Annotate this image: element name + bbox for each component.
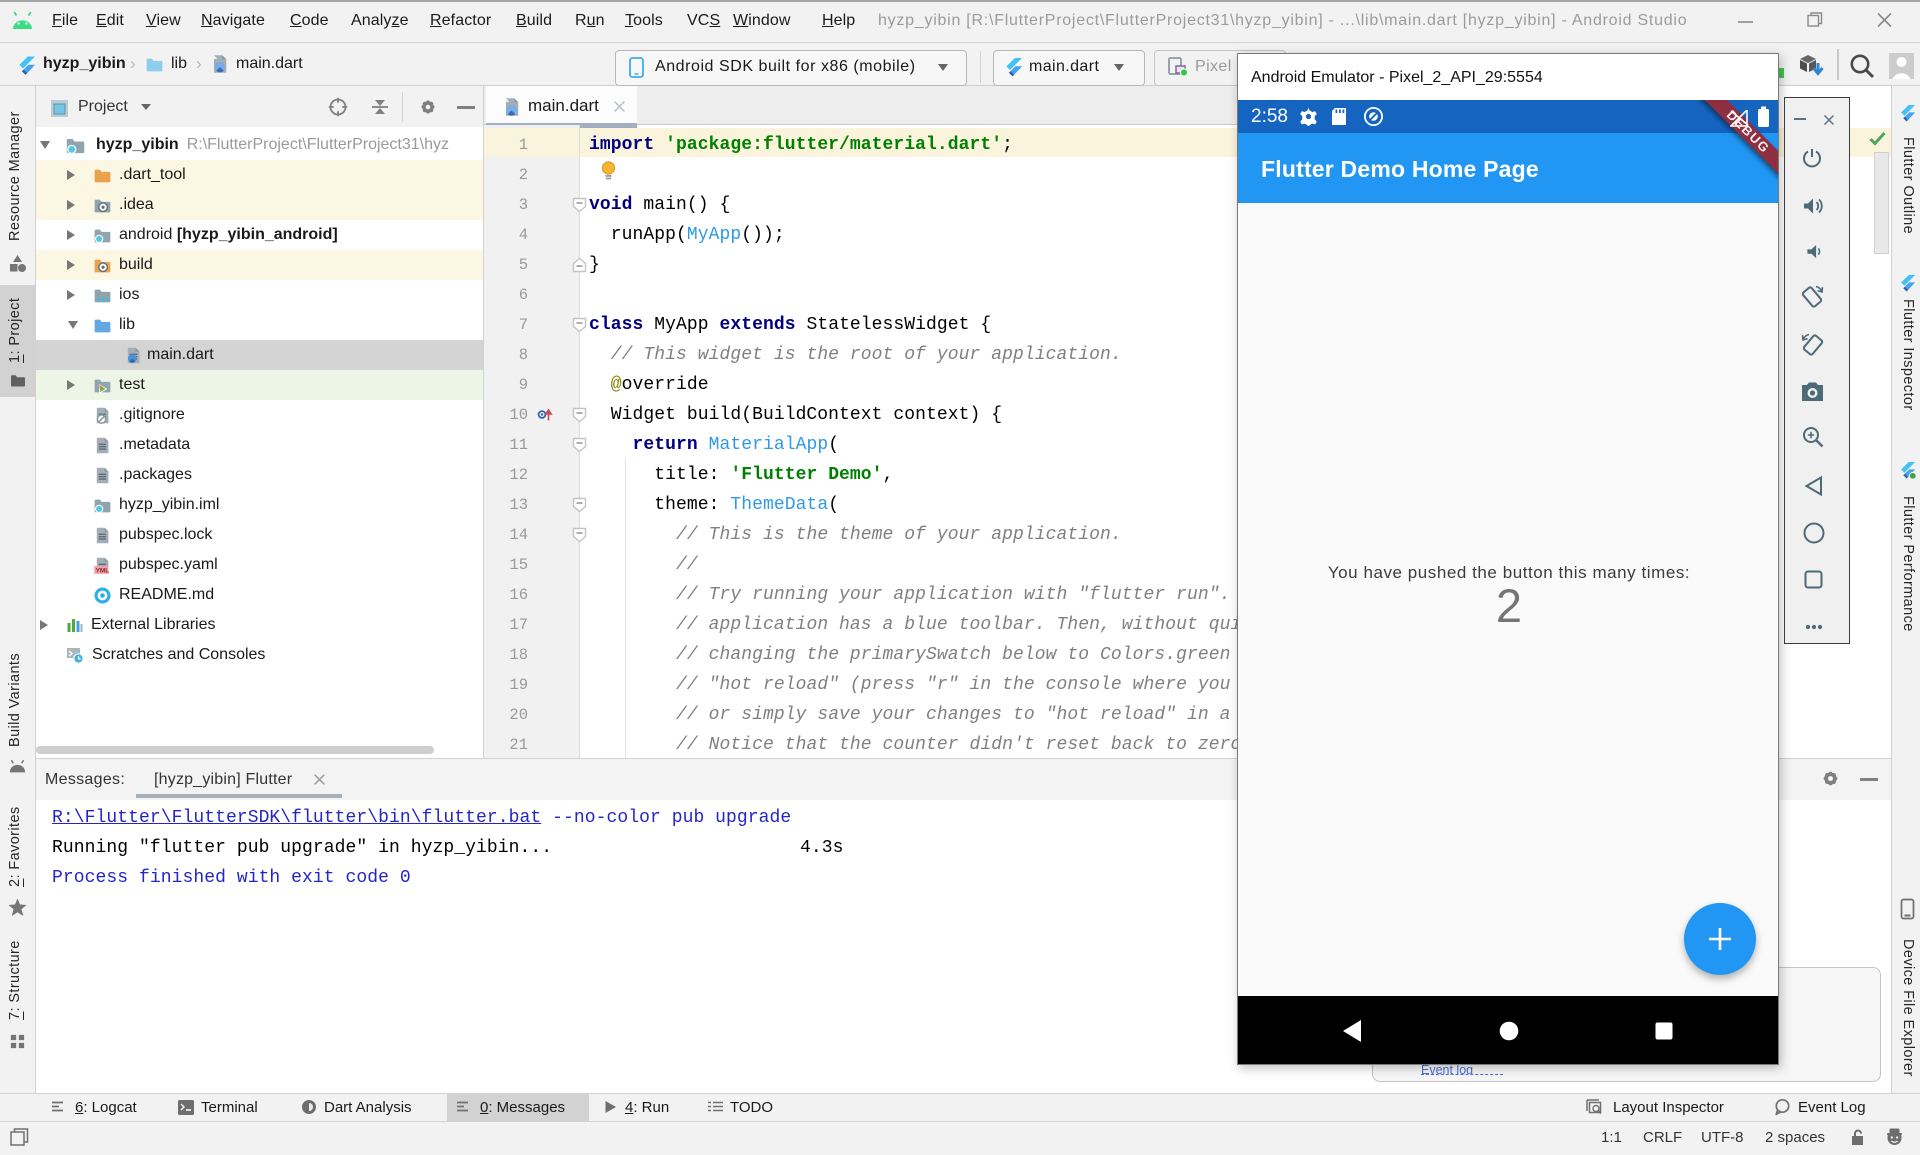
svg-text:YML: YML bbox=[96, 567, 110, 574]
